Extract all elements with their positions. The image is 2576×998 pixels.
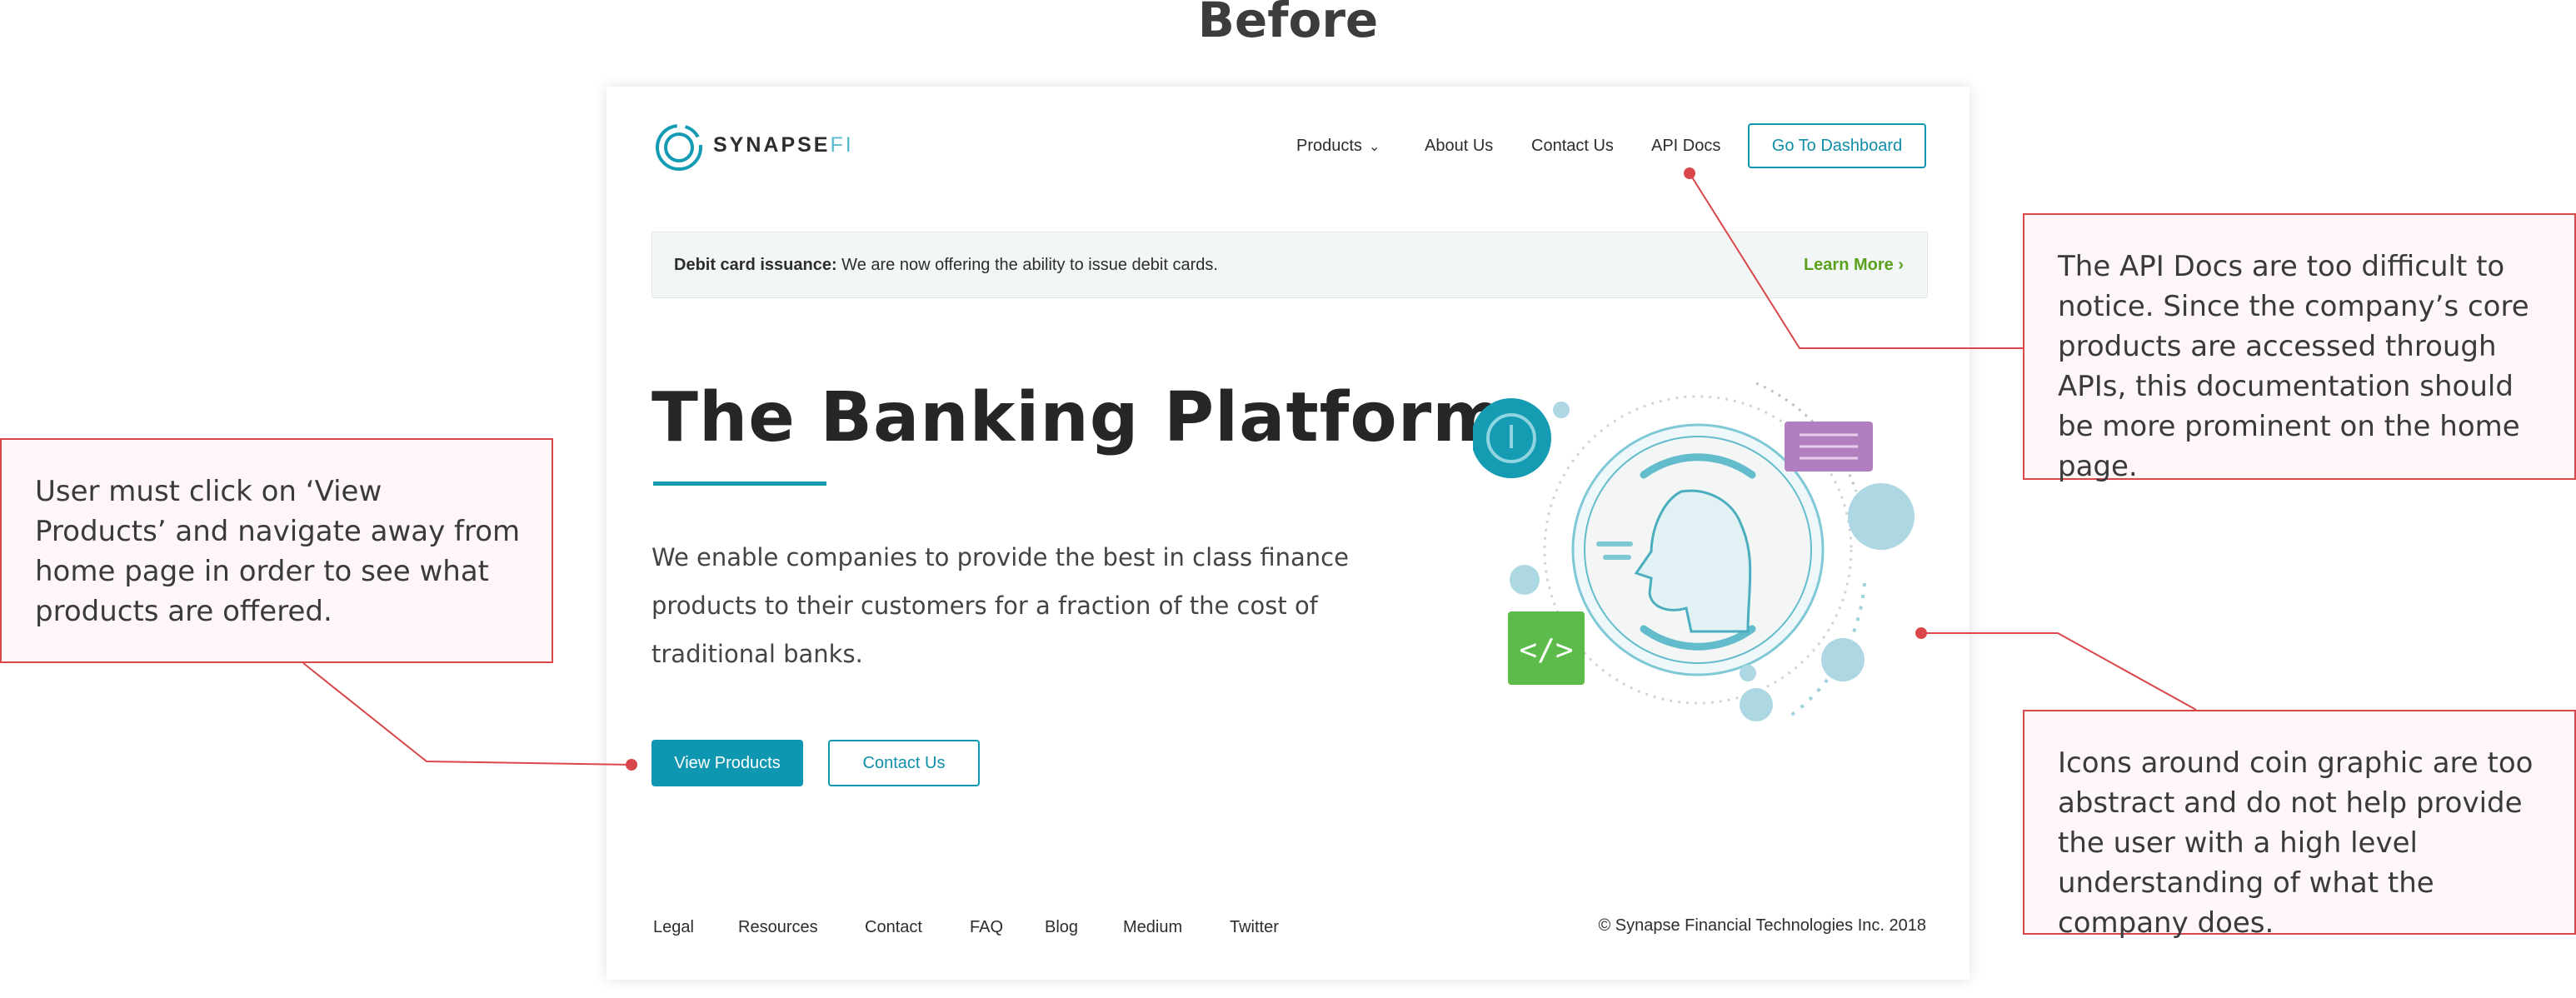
nav-contact[interactable]: Contact Us (1531, 137, 1614, 156)
announcement-banner: Debit card issuance: We are now offering… (651, 232, 1928, 298)
website-screenshot: SYNAPSEFI Products ⌄ About Us Contact Us … (607, 87, 1969, 980)
nav-about[interactable]: About Us (1425, 137, 1493, 156)
coin-line-1 (1596, 541, 1633, 546)
footer-link-contact[interactable]: Contact (865, 918, 922, 937)
hero-title: The Banking Platform (651, 378, 1505, 457)
go-to-dashboard-button[interactable]: Go To Dashboard (1748, 123, 1926, 168)
logo-wordmark[interactable]: SYNAPSEFI (713, 133, 854, 157)
learn-more-link[interactable]: Learn More › (1804, 256, 1904, 275)
bubble-bottom (1740, 688, 1773, 721)
bubble-medium (1821, 638, 1865, 681)
learn-more-label: Learn More (1803, 256, 1894, 274)
footer-link-twitter[interactable]: Twitter (1230, 918, 1279, 937)
banner-bold: Debit card issuance: (674, 256, 837, 274)
footer-link-blog[interactable]: Blog (1045, 918, 1078, 937)
footer-link-legal[interactable]: Legal (653, 918, 694, 937)
code-glyph: </> (1519, 633, 1573, 667)
logo-suffix: FI (830, 133, 854, 157)
annotation-view-products: User must click on ‘View Products’ and n… (0, 438, 553, 663)
synapse-logo-icon[interactable] (653, 122, 705, 173)
nav-products[interactable]: Products ⌄ (1296, 137, 1380, 156)
connector-left (302, 662, 632, 766)
annotation-api-docs: The API Docs are too difficult to notice… (2023, 213, 2576, 483)
banner-text: Debit card issuance: We are now offering… (674, 256, 1218, 275)
view-products-button[interactable]: View Products (651, 740, 803, 786)
nav-products-label: Products (1296, 137, 1362, 155)
hero-description: We enable companies to provide the best … (651, 543, 1349, 668)
coin-illustration: </> (1473, 382, 1915, 721)
chevron-down-icon: ⌄ (1368, 140, 1380, 154)
footer-link-medium[interactable]: Medium (1123, 918, 1182, 937)
bubble-large (1848, 483, 1915, 550)
annotation-icons: Icons around coin graphic are too abstra… (2023, 710, 2576, 940)
logo-text: SYNAPSE (713, 133, 831, 157)
footer-link-faq[interactable]: FAQ (970, 918, 1003, 937)
chevron-right-icon: › (1898, 256, 1904, 274)
contact-us-button[interactable]: Contact Us (828, 740, 980, 786)
bubble-small-1 (1553, 402, 1570, 418)
bubble-small-2 (1510, 565, 1540, 595)
title-underline (653, 482, 826, 486)
footer-link-resources[interactable]: Resources (738, 918, 818, 937)
coin-line-2 (1603, 555, 1631, 560)
page-heading: Before (1197, 0, 1379, 48)
copyright-text: © Synapse Financial Technologies Inc. 20… (1598, 916, 1926, 935)
bubble-tiny (1740, 665, 1756, 681)
banner-message: We are now offering the ability to issue… (836, 256, 1218, 274)
nav-api-docs[interactable]: API Docs (1651, 137, 1720, 156)
